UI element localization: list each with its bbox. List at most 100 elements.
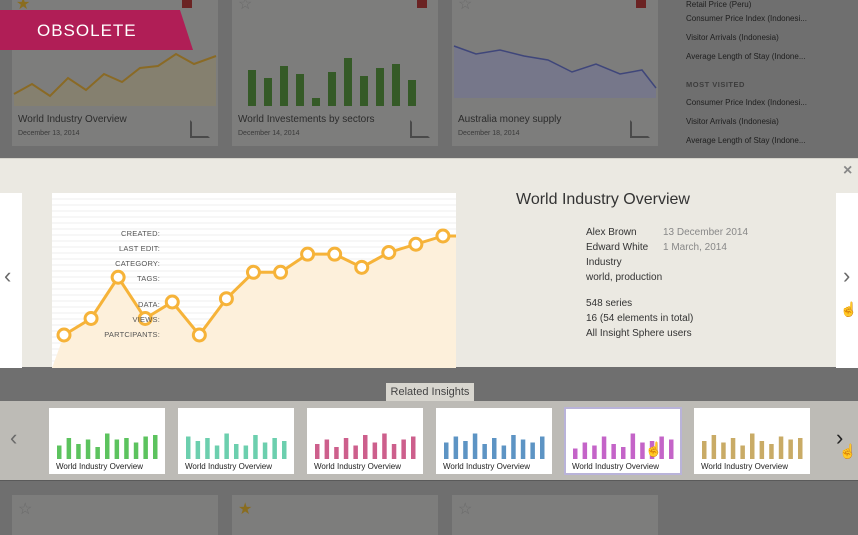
- thumbnail-bar: [411, 436, 416, 459]
- thumbnail-bar: [711, 435, 717, 459]
- star-icon[interactable]: ★: [238, 499, 252, 519]
- star-icon[interactable]: ☆: [238, 0, 252, 14]
- star-icon[interactable]: ☆: [458, 0, 472, 14]
- share-icon[interactable]: [190, 120, 210, 138]
- share-icon[interactable]: [410, 120, 430, 138]
- related-insight-thumbnail[interactable]: World Industry Overview: [694, 408, 810, 474]
- related-insight-thumbnail[interactable]: World Industry Overview: [307, 408, 423, 474]
- meta-value-participants: All Insight Sphere users: [586, 328, 692, 339]
- background-card[interactable]: ☆ Australia money supply December 18, 20…: [452, 0, 658, 146]
- meta-value-category[interactable]: Industry: [586, 257, 622, 268]
- thumbnail-bar: [153, 435, 158, 459]
- thumbnail-bar: [453, 436, 459, 459]
- thumbnail-bar-chart: [573, 433, 674, 459]
- thumbnail-bar: [343, 438, 349, 459]
- thumbnail-bar: [253, 435, 258, 459]
- bookmark-icon[interactable]: [182, 0, 192, 8]
- thumbnail-bar: [353, 445, 358, 459]
- obsolete-ribbon: OBSOLETE: [0, 10, 193, 50]
- related-insights-label: Related Insights: [386, 383, 474, 401]
- thumbnail-bar: [750, 433, 755, 459]
- chart-point: [110, 269, 126, 285]
- chart-point: [164, 294, 180, 310]
- thumbnail-bar: [66, 438, 72, 459]
- background-card-title: World Industry Overview: [18, 114, 127, 125]
- thumbnail-bar: [759, 441, 765, 459]
- related-insight-title: World Industry Overview: [443, 462, 530, 471]
- sidebar-recent-item[interactable]: Retail Price (Peru): [686, 0, 751, 9]
- thumbnail-bar: [382, 433, 387, 459]
- thumbnail-bar-chart: [444, 433, 545, 459]
- thumbnail-bar: [262, 442, 268, 459]
- thumbnail-bar: [611, 444, 616, 459]
- background-card[interactable]: ☆ World Investements by sectors December…: [232, 0, 438, 146]
- chart-point: [218, 291, 234, 307]
- thumbnail-bar: [105, 433, 110, 459]
- chart-point: [191, 327, 207, 343]
- chart-point: [56, 327, 72, 343]
- meta-label: PARTCIPANTS:: [104, 330, 160, 339]
- background-card-date: December 13, 2014: [18, 130, 80, 137]
- bookmark-icon[interactable]: [636, 0, 646, 8]
- chevron-left-icon[interactable]: ‹: [10, 425, 17, 451]
- related-insight-thumbnail[interactable]: World Industry Overview: [49, 408, 165, 474]
- sidebar-recent-item[interactable]: Consumer Price Index (Indonesi...: [686, 14, 807, 23]
- thumbnail-bar: [492, 438, 497, 459]
- thumbnail-bar: [214, 445, 220, 459]
- background-card[interactable]: ☆: [452, 495, 658, 535]
- hand-cursor-icon: ☝: [840, 301, 858, 317]
- sidebar-recent-item[interactable]: Average Length of Stay (Indone...: [686, 52, 806, 61]
- share-icon[interactable]: [630, 120, 650, 138]
- thumbnail-bar: [573, 448, 578, 459]
- thumbnail-bar: [372, 442, 378, 459]
- meta-value-author[interactable]: Alex Brown: [586, 227, 637, 238]
- sidebar-recent-item[interactable]: Visitor Arrivals (Indonesia): [686, 33, 779, 42]
- chevron-left-icon[interactable]: ‹: [4, 263, 11, 289]
- chart-point: [273, 264, 289, 280]
- related-insight-thumbnail[interactable]: World Industry Overview: [178, 408, 294, 474]
- related-insight-thumbnail[interactable]: World Industry Overview: [436, 408, 552, 474]
- background-card-chart: [248, 58, 416, 106]
- meta-label: TAGS:: [137, 274, 160, 283]
- related-insight-title: World Industry Overview: [185, 462, 272, 471]
- thumbnail-bar: [401, 439, 406, 459]
- chart-point: [435, 228, 451, 244]
- thumbnail-bar: [530, 442, 535, 459]
- background-card-title: World Investements by sectors: [238, 114, 375, 125]
- related-insight-title: World Industry Overview: [56, 462, 143, 471]
- meta-label: DATA:: [138, 300, 160, 309]
- related-insight-title: World Industry Overview: [701, 462, 788, 471]
- meta-value-editor[interactable]: Edward White: [586, 242, 648, 253]
- background-card-chart: [453, 45, 657, 98]
- background-card-date: December 14, 2014: [238, 130, 300, 137]
- close-icon[interactable]: ×: [843, 162, 852, 180]
- sidebar-visited-item[interactable]: Consumer Price Index (Indonesi...: [686, 98, 807, 107]
- background-card[interactable]: ☆: [12, 495, 218, 535]
- background-card-title: Australia money supply: [458, 114, 562, 125]
- meta-value-tags[interactable]: world, production: [586, 272, 662, 283]
- thumbnail-bar: [124, 438, 129, 459]
- chevron-right-icon[interactable]: ›: [843, 263, 850, 289]
- background-card[interactable]: ★: [232, 495, 438, 535]
- chart-point: [245, 264, 261, 280]
- star-icon[interactable]: ☆: [458, 499, 472, 519]
- thumbnail-bar: [391, 444, 397, 459]
- thumbnail-bar: [798, 438, 803, 459]
- thumbnail-bar: [520, 439, 526, 459]
- chart-point: [408, 236, 424, 252]
- sidebar-visited-item[interactable]: Average Length of Stay (Indone...: [686, 136, 806, 145]
- meta-value-date: 1 March, 2014: [663, 242, 727, 253]
- insight-detail-panel: ‹ › × World Industry Overview CREATED: A…: [0, 158, 858, 368]
- bookmark-icon[interactable]: [417, 0, 427, 8]
- thumbnail-bar: [511, 435, 516, 459]
- sidebar-visited-item[interactable]: Visitor Arrivals (Indonesia): [686, 117, 779, 126]
- thumbnail-bar: [334, 447, 339, 459]
- meta-value-data: 548 series: [586, 298, 633, 309]
- meta-label: LAST EDIT:: [118, 244, 160, 253]
- chart-point: [327, 246, 343, 262]
- thumbnail-bar-chart: [702, 433, 803, 459]
- thumbnail-bar: [114, 439, 120, 459]
- related-insight-thumbnail[interactable]: World Industry Overview: [564, 407, 682, 475]
- star-icon[interactable]: ☆: [18, 499, 32, 519]
- thumbnail-bar: [243, 445, 249, 459]
